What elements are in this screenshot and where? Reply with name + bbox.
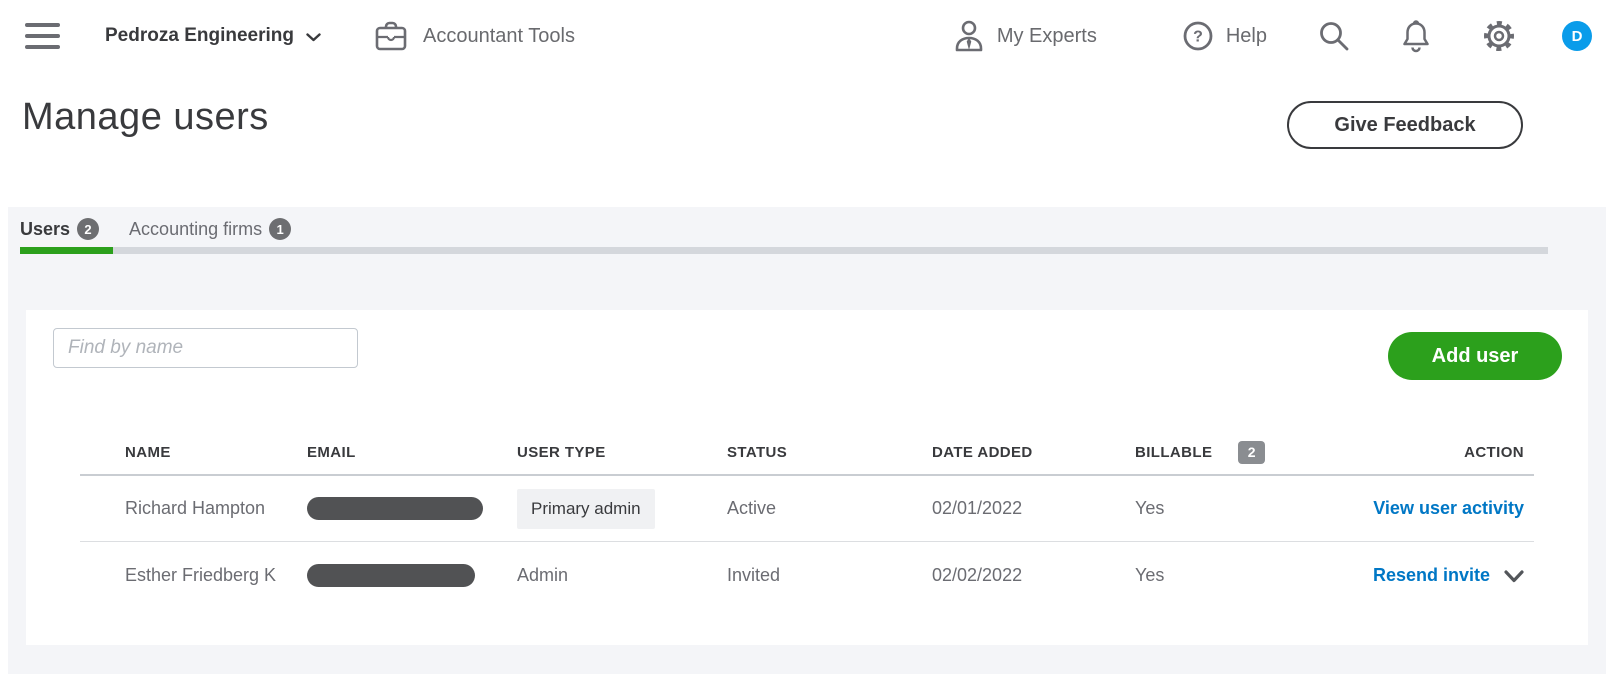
tab-users[interactable]: Users 2 xyxy=(20,218,100,240)
give-feedback-button[interactable]: Give Feedback xyxy=(1287,101,1523,149)
bell-icon xyxy=(1403,20,1429,53)
column-header-status: STATUS xyxy=(727,443,788,461)
help-circle-icon: ? xyxy=(1183,21,1213,51)
find-by-name-input[interactable] xyxy=(53,328,358,368)
accountant-tools-button[interactable]: Accountant Tools xyxy=(373,19,575,53)
column-header-billable: BILLABLE 2 xyxy=(1135,440,1330,464)
cell-date-added: 02/02/2022 xyxy=(932,564,1023,585)
column-header-user-type: USER TYPE xyxy=(517,443,606,461)
chevron-down-icon xyxy=(306,33,321,42)
users-table: NAME EMAIL USER TYPE STATUS DATE ADDED B… xyxy=(80,430,1534,608)
redacted-email xyxy=(307,497,483,520)
tab-users-count-badge: 2 xyxy=(77,218,100,240)
navbar-right-group: My Experts ? Help D xyxy=(953,18,1592,54)
my-experts-label: My Experts xyxy=(996,24,1097,47)
briefcase-icon xyxy=(375,21,407,51)
help-label: Help xyxy=(1225,24,1267,47)
gear-icon xyxy=(1484,21,1514,51)
cell-user-type: Admin xyxy=(517,564,569,585)
search-icon xyxy=(1320,22,1349,51)
redacted-email xyxy=(307,563,475,587)
cell-billable: Yes xyxy=(1135,498,1165,518)
page-header: Manage users Give Feedback xyxy=(0,72,1618,207)
top-navbar: Pedroza Engineering Accountant Tools My … xyxy=(0,0,1618,72)
card-toolbar: Add user xyxy=(26,310,1588,380)
tab-users-label: Users xyxy=(20,218,71,239)
chevron-down-icon[interactable] xyxy=(1504,570,1524,583)
cell-status: Invited xyxy=(727,564,781,585)
search-button[interactable] xyxy=(1317,19,1351,53)
view-user-activity-link[interactable]: View user activity xyxy=(1373,498,1524,519)
tab-accounting-firms-count-badge: 1 xyxy=(269,218,292,240)
person-icon xyxy=(955,20,983,52)
svg-text:?: ? xyxy=(1193,29,1203,46)
column-header-action: ACTION xyxy=(1464,443,1524,461)
tab-track xyxy=(20,247,1548,254)
accountant-tools-label: Accountant Tools xyxy=(422,24,575,47)
cell-action: View user activity xyxy=(1373,498,1524,519)
table-header-row: NAME EMAIL USER TYPE STATUS DATE ADDED B… xyxy=(80,430,1534,476)
column-header-name: NAME xyxy=(125,443,171,461)
column-header-email: EMAIL xyxy=(307,443,356,461)
billable-header-label: BILLABLE xyxy=(1135,443,1213,461)
active-tab-indicator xyxy=(20,247,113,254)
help-button[interactable]: ? Help xyxy=(1182,20,1267,52)
cell-action: Resend invite xyxy=(1373,565,1524,586)
cell-email xyxy=(307,563,517,587)
hamburger-menu-icon[interactable] xyxy=(25,23,60,49)
cell-date-added: 02/01/2022 xyxy=(932,498,1023,518)
table-row: Esther Friedberg K Admin Invited 02/02/2… xyxy=(80,542,1534,608)
user-avatar[interactable]: D xyxy=(1562,21,1592,51)
settings-button[interactable] xyxy=(1481,18,1517,54)
primary-admin-chip: Primary admin xyxy=(517,488,655,529)
company-name: Pedroza Engineering xyxy=(105,25,294,46)
tab-bar: Users 2 Accounting firms 1 xyxy=(8,207,1606,243)
table-row: Richard Hampton Primary admin Active 02/… xyxy=(80,476,1534,542)
cell-user-type: Primary admin xyxy=(517,488,727,529)
my-experts-button[interactable]: My Experts xyxy=(953,19,1097,53)
tab-accounting-firms[interactable]: Accounting firms 1 xyxy=(129,218,292,240)
notifications-button[interactable] xyxy=(1401,19,1431,53)
tab-accounting-firms-label: Accounting firms xyxy=(129,218,263,239)
billable-count-badge: 2 xyxy=(1238,440,1266,464)
resend-invite-link[interactable]: Resend invite xyxy=(1373,565,1490,586)
add-user-button[interactable]: Add user xyxy=(1388,332,1562,380)
manage-users-panel: Users 2 Accounting firms 1 Add user NAME… xyxy=(8,207,1606,674)
company-selector[interactable]: Pedroza Engineering xyxy=(105,25,321,47)
cell-billable: Yes xyxy=(1135,564,1165,585)
cell-name: Richard Hampton xyxy=(125,498,266,518)
cell-name: Esther Friedberg K xyxy=(125,564,277,585)
cell-status: Active xyxy=(727,498,777,518)
users-card: Add user NAME EMAIL USER TYPE STATUS DAT… xyxy=(26,310,1588,645)
avatar-initial: D xyxy=(1571,27,1583,45)
cell-email xyxy=(307,497,517,520)
column-header-date-added: DATE ADDED xyxy=(932,443,1033,461)
page-title: Manage users xyxy=(22,96,269,138)
